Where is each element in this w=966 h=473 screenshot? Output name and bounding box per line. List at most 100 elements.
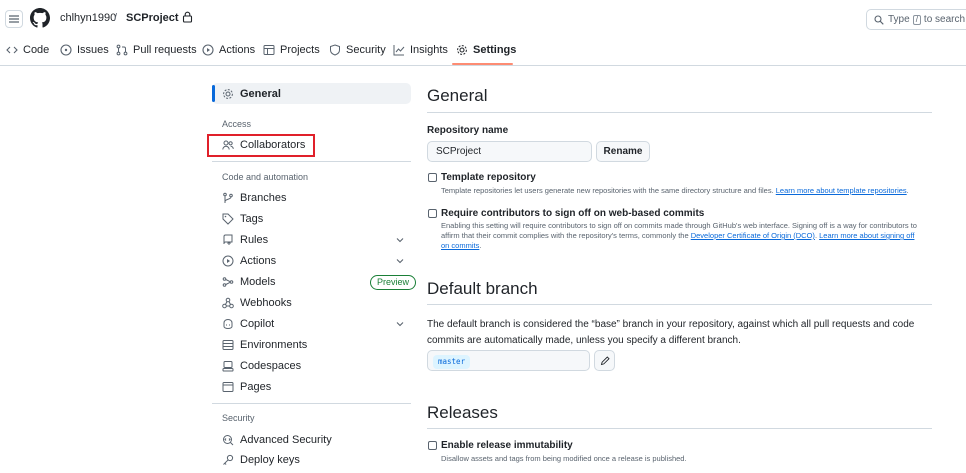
signoff-title: Require contributors to sign off on web-… <box>441 208 705 219</box>
tab-security-label: Security <box>346 44 386 56</box>
active-tab-underline <box>452 63 513 65</box>
sidebar-item-label: Models <box>240 276 276 288</box>
gear-icon <box>457 45 467 55</box>
sidebar-item-label: Deploy keys <box>240 454 300 466</box>
code-icon <box>6 46 18 54</box>
sidebar-item-advanced-security[interactable]: Advanced Security <box>222 432 332 448</box>
tab-actions[interactable]: Actions <box>202 44 255 56</box>
release-immutability-desc: Disallow assets and tags from being modi… <box>441 454 687 463</box>
sidebar-active-indicator <box>212 85 215 102</box>
sidebar-item-environments[interactable]: Environments <box>222 337 307 353</box>
tab-settings-label: Settings <box>473 44 517 56</box>
rename-button[interactable]: Rename <box>596 141 650 162</box>
sidebar-item-label: Environments <box>240 339 308 351</box>
sidebar-item-label: Copilot <box>240 318 275 330</box>
sidebar-divider <box>212 161 411 162</box>
sidebar-item-actions[interactable]: Actions <box>222 253 276 269</box>
repo-name-label: Repository name <box>427 125 509 136</box>
repo-nav: Code Issues Pull requests Actions Projec… <box>0 36 966 66</box>
git-branch-icon <box>223 192 233 203</box>
sidebar-item-tags[interactable]: Tags <box>222 211 263 227</box>
menu-button[interactable] <box>5 10 23 28</box>
sidebar-item-rules[interactable]: Rules <box>222 232 268 248</box>
sidebar-item-webhooks[interactable]: Webhooks <box>222 295 292 311</box>
webhook-icon <box>222 297 234 309</box>
sidebar-item-codespaces[interactable]: Codespaces <box>222 358 301 374</box>
play-icon <box>202 44 214 56</box>
signoff-checkbox[interactable] <box>428 209 437 218</box>
template-desc-text: Template repositories let users generate… <box>441 186 774 195</box>
sidebar-heading-access: Access <box>222 119 252 129</box>
table-icon <box>263 45 275 55</box>
codescan-icon <box>223 435 234 446</box>
signoff-desc: Enabling this setting will require contr… <box>441 221 919 251</box>
tab-actions-label: Actions <box>219 44 256 56</box>
template-learn-more-link[interactable]: Learn more about template repositories <box>776 186 907 195</box>
highlight-annotation <box>207 134 315 157</box>
signoff-desc-end: . <box>479 241 482 250</box>
section-divider <box>427 428 932 429</box>
tab-pull-requests[interactable]: Pull requests <box>116 44 197 56</box>
releases-title: Releases <box>427 403 498 422</box>
search-prefix: Type <box>888 14 910 25</box>
search-suffix: to search <box>923 14 966 25</box>
repo-push-icon <box>223 234 233 245</box>
global-header: chlhyn1990 / SCProject Type / to search <box>0 0 966 36</box>
sidebar-item-pages[interactable]: Pages <box>222 379 271 395</box>
sidebar-item-branches[interactable]: Branches <box>222 190 286 206</box>
section-divider <box>427 112 932 113</box>
tab-insights-label: Insights <box>410 44 448 56</box>
sidebar-item-models[interactable]: Models <box>222 274 275 290</box>
breadcrumb-owner[interactable]: chlhyn1990 <box>60 12 116 24</box>
default-branch-desc: The default branch is considered the “ba… <box>427 319 915 346</box>
sidebar-item-label: Actions <box>240 255 277 267</box>
shield-icon <box>330 44 340 56</box>
preview-badge: Preview <box>370 275 417 290</box>
chevron-down-icon[interactable] <box>395 256 405 266</box>
template-repository-checkbox[interactable] <box>428 173 437 182</box>
server-icon <box>222 340 234 350</box>
tab-issues[interactable]: Issues <box>60 44 109 56</box>
sidebar-divider <box>212 403 411 404</box>
key-icon <box>223 454 234 465</box>
signoff-desc-mid: . <box>814 231 818 240</box>
template-desc-end: . <box>906 186 909 195</box>
release-immutability-checkbox[interactable] <box>428 441 437 450</box>
tab-projects[interactable]: Projects <box>263 44 320 56</box>
sidebar-item-deploy-keys[interactable]: Deploy keys <box>222 452 300 468</box>
gear-icon <box>223 89 233 99</box>
tab-code-label: Code <box>23 44 50 56</box>
dco-link[interactable]: Developer Certificate of Origin (DCO) <box>691 231 815 240</box>
play-icon <box>222 255 234 267</box>
tab-pull-requests-label: Pull requests <box>133 44 197 56</box>
sidebar-item-copilot[interactable]: Copilot <box>222 316 274 332</box>
tab-security[interactable]: Security <box>329 44 386 56</box>
search-shortcut-key: / <box>912 14 921 25</box>
sidebar-item-label: Webhooks <box>240 297 292 309</box>
sidebar-item-label: Branches <box>240 192 287 204</box>
hamburger-icon <box>9 15 19 23</box>
release-immutability-title: Enable release immutability <box>441 440 573 451</box>
sidebar-item-label: Tags <box>240 213 264 225</box>
breadcrumb-repo[interactable]: SCProject <box>126 12 179 24</box>
issue-opened-icon <box>60 44 72 56</box>
tab-insights[interactable]: Insights <box>393 44 448 56</box>
sidebar-item-label: Advanced Security <box>240 434 332 446</box>
repo-name-input[interactable]: SCProject <box>427 141 592 162</box>
tab-code[interactable]: Code <box>6 44 49 56</box>
pencil-icon <box>600 355 610 365</box>
tag-icon <box>222 213 234 225</box>
lock-icon <box>182 11 193 23</box>
template-repository-desc: Template repositories let users generate… <box>441 186 941 196</box>
search-icon <box>874 14 884 25</box>
search-input[interactable]: Type / to search <box>866 9 966 30</box>
github-logo-icon[interactable] <box>30 8 50 28</box>
edit-default-branch-button[interactable] <box>594 350 615 371</box>
tab-settings[interactable]: Settings <box>456 44 516 56</box>
sidebar-item-label: General <box>240 88 281 100</box>
chevron-down-icon[interactable] <box>395 235 405 245</box>
sidebar-item-general[interactable]: General <box>222 86 281 102</box>
copilot-icon <box>223 318 233 330</box>
section-divider <box>427 304 932 305</box>
chevron-down-icon[interactable] <box>395 319 405 329</box>
